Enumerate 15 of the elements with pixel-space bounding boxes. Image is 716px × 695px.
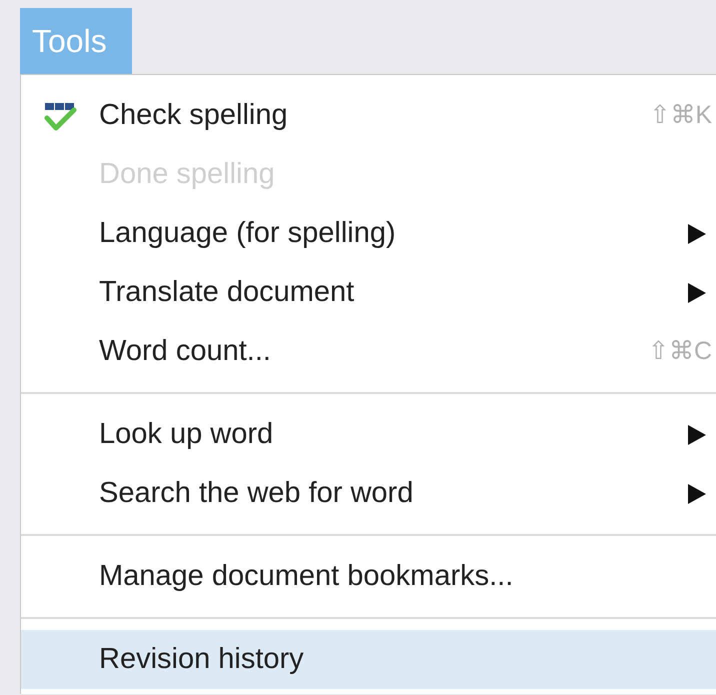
- menu-item[interactable]: Search the web for word: [21, 464, 716, 523]
- submenu-arrow-icon: [688, 424, 706, 444]
- menu-item[interactable]: Language (for spelling): [21, 204, 716, 263]
- menu-item[interactable]: Manage document bookmarks...: [21, 547, 716, 606]
- menu-item[interactable]: Check spelling ⇧⌘K: [21, 86, 716, 145]
- menu-item[interactable]: Translate document: [21, 263, 716, 322]
- shortcut-label: ⇧⌘C: [648, 336, 712, 367]
- submenu-arrow-icon: [688, 484, 706, 504]
- menu-item[interactable]: Word count... ⇧⌘C: [21, 322, 716, 381]
- submenu-arrow-icon: [688, 282, 706, 302]
- menu-item[interactable]: Revision history: [21, 630, 716, 689]
- menu-item[interactable]: Look up word: [21, 405, 716, 464]
- shortcut-label: ⇧⌘K: [649, 100, 712, 131]
- spellcheck-icon: [43, 100, 77, 130]
- submenu-arrow-icon: [688, 224, 706, 244]
